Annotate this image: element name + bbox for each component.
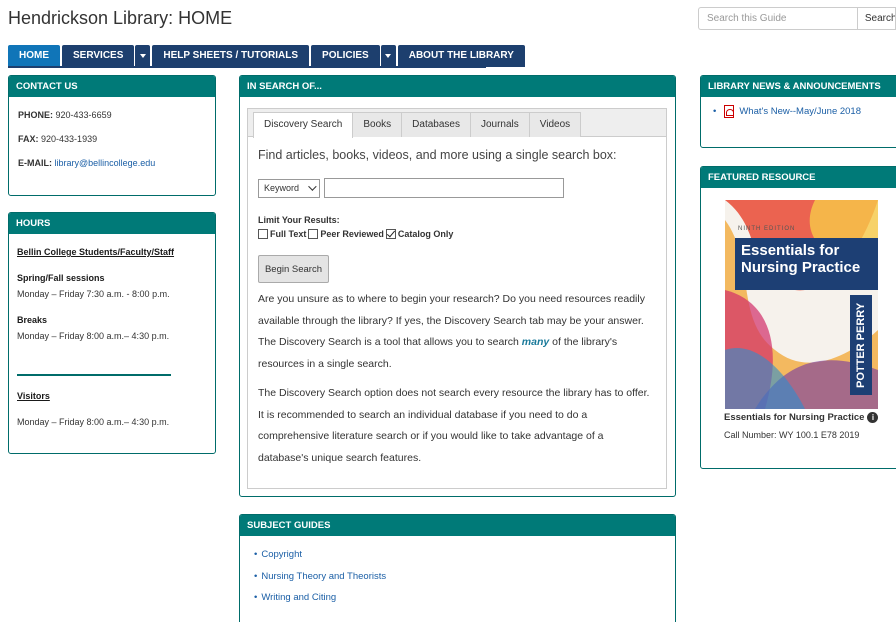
nav-services-group: SERVICES <box>62 45 151 67</box>
book-authors: POTTER PERRY <box>850 295 872 395</box>
chevron-down-icon <box>308 182 317 191</box>
nav-about[interactable]: ABOUT THE LIBRARY <box>397 45 525 67</box>
check-catalog-only[interactable]: Catalog Only <box>385 229 454 239</box>
search-description-1: Are you unsure as to where to begin your… <box>258 289 656 375</box>
check-peer-reviewed[interactable]: Peer Reviewed <box>308 229 384 239</box>
begin-search-button[interactable]: Begin Search <box>258 255 329 283</box>
search-tabs: Discovery Search Books Databases Journal… <box>248 109 666 138</box>
subject-link-writing[interactable]: Writing and Citing <box>261 592 336 603</box>
check-peer-reviewed-label: Peer Reviewed <box>320 229 384 239</box>
hours-box: HOURS Bellin College Students/Faculty/St… <box>8 212 216 454</box>
bullet-icon: • <box>254 549 258 560</box>
tab-videos[interactable]: Videos <box>528 112 582 137</box>
bullet-icon: • <box>254 592 258 603</box>
bullet-icon: • <box>713 106 717 117</box>
checkbox-checked-icon <box>385 229 396 239</box>
hours-heading: HOURS <box>9 213 215 234</box>
search-intro: Find articles, books, videos, and more u… <box>258 148 617 162</box>
checkbox-icon <box>258 229 268 239</box>
search-field-value: Keyword <box>264 183 300 193</box>
search-field-select[interactable]: Keyword <box>258 178 320 198</box>
caret-down-icon <box>385 54 392 58</box>
search-input[interactable] <box>324 178 564 198</box>
nav-underline <box>8 66 486 68</box>
subject-guides-box: SUBJECT GUIDES • Copyright • Nursing Theor… <box>239 514 676 622</box>
book-title-line-1: Essentials for <box>741 242 840 259</box>
hours-group-students: Bellin College Students/Faculty/Staff <box>17 247 175 257</box>
email-label: E-MAIL: <box>18 158 52 168</box>
nav-home[interactable]: HOME <box>8 45 60 67</box>
hours-spring-value: Monday – Friday 7:30 a.m. - 8:00 p.m. <box>17 289 170 299</box>
resource-call-number: Call Number: WY 100.1 E78 2019 <box>724 430 860 440</box>
contact-heading: CONTACT US <box>9 76 215 97</box>
check-full-text-label: Full Text <box>270 229 307 239</box>
search-description-emphasis: many <box>521 336 550 348</box>
book-edition: NINTH EDITION <box>738 226 796 232</box>
caret-down-icon <box>139 54 146 58</box>
resource-title-link[interactable]: Essentials for Nursing Practice <box>724 412 864 423</box>
hours-visitors-label: Visitors <box>17 391 50 401</box>
page-title: Hendrickson Library: HOME <box>8 8 233 28</box>
main-nav: HOME SERVICES HELP SHEETS / TUTORIALS PO… <box>8 45 527 67</box>
phone-value: 920-433-6659 <box>55 110 112 120</box>
bullet-icon: • <box>254 570 258 582</box>
nav-policies-dropdown[interactable] <box>380 45 396 67</box>
email-link[interactable]: library@bellincollege.edu <box>55 158 156 168</box>
book-title-line-2: Nursing Practice <box>741 259 861 276</box>
tab-discovery-search[interactable]: Discovery Search <box>253 112 354 138</box>
info-icon[interactable]: i <box>867 412 879 423</box>
hours-visitors-value: Monday – Friday 8:00 a.m.– 4:30 p.m. <box>17 417 170 427</box>
guide-search-input[interactable] <box>698 7 857 30</box>
tab-journals[interactable]: Journals <box>469 112 530 137</box>
nav-services-dropdown[interactable] <box>135 45 151 67</box>
contact-box: CONTACT US PHONE: 920-433-6659 FAX: 920-… <box>8 75 216 196</box>
phone-label: PHONE: <box>18 110 54 120</box>
subject-guides-heading: SUBJECT GUIDES <box>240 515 675 536</box>
search-panel: Discovery Search Books Databases Journal… <box>247 108 667 489</box>
search-description-2: The Discovery Search option does not sea… <box>258 387 650 464</box>
subject-link-copyright[interactable]: Copyright <box>261 549 302 560</box>
hours-breaks-label: Breaks <box>17 315 48 325</box>
tab-books[interactable]: Books <box>352 112 403 137</box>
checkbox-icon <box>308 229 319 239</box>
tab-databases[interactable]: Databases <box>401 112 471 137</box>
search-row: Keyword <box>258 178 656 198</box>
hours-breaks-value: Monday – Friday 8:00 a.m.– 4:30 p.m. <box>17 331 170 341</box>
check-full-text[interactable]: Full Text <box>258 229 306 239</box>
hours-spring-label: Spring/Fall sessions <box>17 273 105 283</box>
news-heading: LIBRARY NEWS & ANNOUNCEMENTS <box>701 76 896 97</box>
resource-title: Essentials for Nursing Practice i <box>724 412 879 423</box>
limit-title: Limit Your Results: <box>258 215 340 225</box>
nav-help-sheets[interactable]: HELP SHEETS / TUTORIALS <box>152 45 310 67</box>
guide-search: Search <box>698 7 896 30</box>
nav-policies-group: POLICIES <box>311 45 396 67</box>
featured-box: FEATURED RESOURCE NINTH EDITION Essentia… <box>700 166 896 469</box>
news-link[interactable]: What's New--May/June 2018 <box>739 106 861 117</box>
hours-divider <box>17 374 171 376</box>
list-item: • Nursing Theory and Theorists <box>254 566 661 588</box>
nav-services[interactable]: SERVICES <box>62 45 135 67</box>
check-catalog-only-label: Catalog Only <box>397 229 454 239</box>
list-item: • Writing and Citing <box>254 587 661 609</box>
search-heading: IN SEARCH OF... <box>240 76 675 97</box>
pdf-icon <box>724 105 735 118</box>
book-title-band: Essentials for Nursing Practice <box>735 238 878 290</box>
fax-label: FAX: <box>18 134 39 144</box>
featured-heading: FEATURED RESOURCE <box>701 167 896 188</box>
guide-search-button[interactable]: Search <box>856 7 896 30</box>
list-item: • Copyright <box>254 544 661 566</box>
subject-link-nursing-theory[interactable]: Nursing Theory and Theorists <box>261 571 386 582</box>
book-cover-image[interactable]: NINTH EDITION Essentials for Nursing Pra… <box>725 200 878 409</box>
nav-policies[interactable]: POLICIES <box>311 45 380 67</box>
news-box: LIBRARY NEWS & ANNOUNCEMENTS • What's Ne… <box>700 75 896 148</box>
fax-value: 920-433-1939 <box>41 134 98 144</box>
limit-options: Full Text Peer Reviewed Catalog Only <box>258 229 656 239</box>
